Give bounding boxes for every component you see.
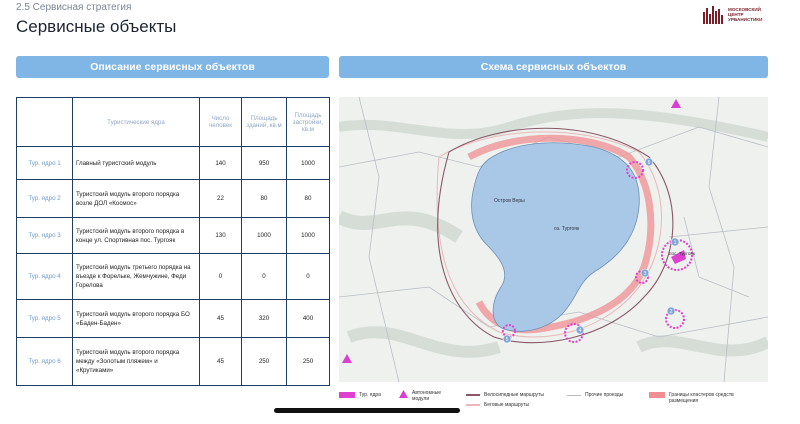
- built-area-cell: 1000: [286, 146, 330, 180]
- core-cell: Тур. ядро 6: [16, 337, 73, 386]
- built-area-cell: 250: [286, 337, 330, 386]
- legend-auto: Автономные модули: [399, 390, 452, 402]
- built-area-cell: 80: [286, 179, 330, 218]
- legend-other: Прочие проезды: [567, 392, 623, 398]
- page-title: Сервисные объекты: [16, 17, 177, 36]
- description-cell: Туристский модуль третьего порядка на въ…: [72, 253, 200, 300]
- svg-text:4: 4: [579, 328, 582, 334]
- marker-label-6: 6: [644, 157, 654, 167]
- people-cell: 22: [199, 179, 242, 218]
- area-cell: 320: [241, 299, 287, 338]
- map-svg: 6 1 3 2 4 5 Остров Веры оз. Тургояк пос.…: [339, 97, 768, 382]
- area-cell: 80: [241, 179, 287, 218]
- triangle-icon: [399, 390, 408, 398]
- core-cell: Тур. ядро 4: [16, 253, 73, 300]
- people-cell: 0: [199, 253, 242, 300]
- core-cell: Тур. ядро 3: [16, 217, 73, 254]
- right-panel-title: Схема сервисных объектов: [339, 56, 768, 78]
- cluster-swatch-icon: [649, 392, 665, 398]
- left-panel-title: Описание сервисных объектов: [16, 56, 329, 78]
- breadcrumb: 2.5 Сервисная стратегия: [16, 2, 132, 13]
- built-area-cell: 400: [286, 299, 330, 338]
- logo: МОСКОВСКИЙ ЦЕНТР УРБАНИСТИКИ: [702, 4, 772, 24]
- table-header-cell: Число человек: [199, 97, 242, 147]
- legend-bike: Велосипедные маршруты: [466, 392, 544, 398]
- description-cell: Туристский модуль второго порядка между …: [72, 337, 200, 386]
- table-row: Тур. ядро 5 Туристский модуль второго по…: [16, 299, 330, 338]
- area-cell: 1000: [241, 217, 287, 254]
- core-cell: Тур. ядро 5: [16, 299, 73, 338]
- services-table: Туристические ядра Число человек Площадь…: [16, 97, 330, 386]
- core-cell: Тур. ядро 2: [16, 179, 73, 218]
- table-row: Тур. ядро 4 Туристский модуль третьего п…: [16, 253, 330, 300]
- run-line-icon: [466, 404, 480, 406]
- built-area-cell: 1000: [286, 217, 330, 254]
- table-row: Тур. ядро 3 Туристский модуль второго по…: [16, 217, 330, 254]
- marker-label-2: 2: [666, 306, 676, 316]
- lake-label: оз. Тургояк: [554, 226, 580, 232]
- legend-run: Беговые маршруты: [466, 402, 529, 408]
- table-header-cell: Туристические ядра: [72, 97, 200, 147]
- people-cell: 140: [199, 146, 242, 180]
- table-header-row: Туристические ядра Число человек Площадь…: [16, 97, 330, 147]
- description-cell: Туристский модуль второго порядка в конц…: [72, 217, 200, 254]
- bike-line-icon: [466, 394, 480, 396]
- other-line-icon: [567, 395, 581, 396]
- logo-icon: [703, 6, 723, 24]
- svg-text:6: 6: [648, 160, 651, 166]
- built-area-cell: 0: [286, 253, 330, 300]
- table-header-cell: Площадь застройки, кв.м: [286, 97, 330, 147]
- table-header-cell: Площадь зданий, кв.м: [241, 97, 287, 147]
- svg-text:3: 3: [644, 271, 647, 277]
- logo-text: МОСКОВСКИЙ ЦЕНТР УРБАНИСТИКИ: [728, 7, 763, 22]
- settlement-label: пос. Тургояк: [669, 251, 696, 256]
- svg-text:1: 1: [674, 240, 677, 246]
- table-header-cell: [16, 97, 73, 147]
- service-map: 6 1 3 2 4 5 Остров Веры оз. Тургояк пос.…: [339, 97, 768, 382]
- description-cell: Туристский модуль второго порядка возле …: [72, 179, 200, 218]
- area-cell: 250: [241, 337, 287, 386]
- table-row: Тур. ядро 2 Туристский модуль второго по…: [16, 179, 330, 218]
- table-row: Тур. ядро 1 Главный туристский модуль 14…: [16, 146, 330, 180]
- marker-label-3: 3: [640, 268, 650, 278]
- marker-label-5: 5: [502, 334, 512, 344]
- people-cell: 45: [199, 299, 242, 338]
- people-cell: 130: [199, 217, 242, 254]
- core-cell: Тур. ядро 1: [16, 146, 73, 180]
- marker-label-4: 4: [575, 325, 585, 335]
- island-label: Остров Веры: [494, 198, 525, 204]
- core-swatch-icon: [339, 392, 355, 398]
- legend-clusters: Границы кластеров средств размещения: [649, 392, 741, 404]
- home-indicator[interactable]: [274, 408, 460, 413]
- table-row: Тур. ядро 6 Туристский модуль второго по…: [16, 337, 330, 386]
- description-cell: Главный туристский модуль: [72, 146, 200, 180]
- marker-label-1: 1: [670, 237, 680, 247]
- area-cell: 0: [241, 253, 287, 300]
- area-cell: 950: [241, 146, 287, 180]
- description-cell: Туристский модуль второго порядка БО «Ба…: [72, 299, 200, 338]
- legend-core: Тур. ядра: [339, 392, 381, 398]
- people-cell: 45: [199, 337, 242, 386]
- svg-text:5: 5: [506, 337, 509, 343]
- svg-text:2: 2: [670, 309, 673, 315]
